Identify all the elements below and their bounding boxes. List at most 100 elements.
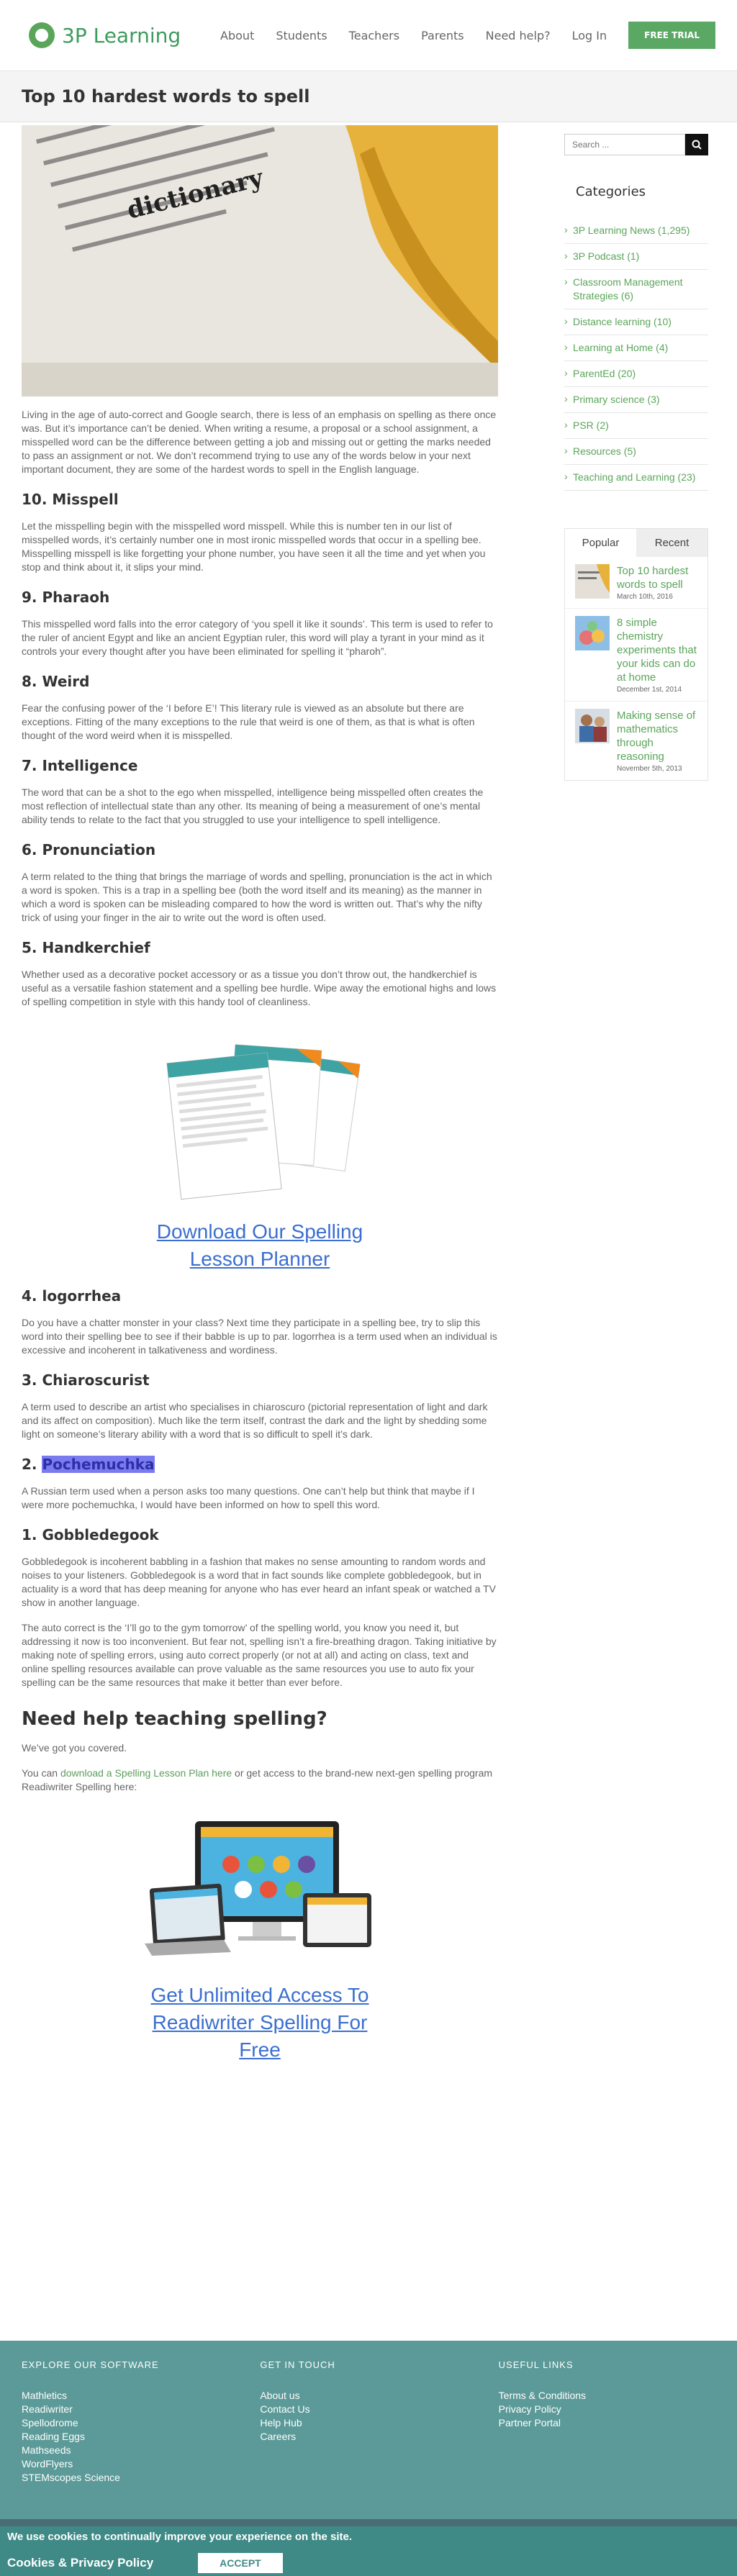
nav-login[interactable]: Log In: [572, 29, 607, 42]
cookie-policy-link[interactable]: Cookies & Privacy Policy: [7, 2556, 153, 2570]
post-date: March 10th, 2016: [617, 593, 673, 601]
category-item[interactable]: 3P Learning News (1,295): [564, 218, 708, 244]
readiwriter-devices-image: [145, 1821, 371, 1956]
nav-students[interactable]: Students: [276, 29, 327, 42]
tab-recent[interactable]: Recent: [636, 529, 707, 557]
nav-parents[interactable]: Parents: [421, 29, 464, 42]
paragraph-6: A term related to the thing that brings …: [22, 871, 492, 923]
footer-software-title: EXPLORE OUR SOFTWARE: [22, 2359, 159, 2370]
footer-bottom-bar: [0, 2519, 737, 2526]
post-title[interactable]: 8 simple chemistry experiments that your…: [617, 616, 699, 684]
footer-link[interactable]: Terms & Conditions: [499, 2389, 737, 2403]
cookie-text: We use cookies to continually improve yo…: [7, 2531, 353, 2543]
post-thumbnail: [575, 709, 610, 743]
heading-8: 8. Weird: [22, 673, 90, 690]
category-item[interactable]: ParentEd (20): [564, 361, 708, 387]
tab-popular[interactable]: Popular: [565, 529, 636, 557]
footer-link[interactable]: About us: [260, 2389, 498, 2403]
footer-link[interactable]: Reading Eggs: [22, 2430, 260, 2444]
article: dictionary Living in the age of auto-cor…: [22, 122, 498, 2064]
category-item[interactable]: Distance learning (10): [564, 309, 708, 335]
post-date: December 1st, 2014: [617, 686, 682, 694]
categories-title: Categories: [576, 184, 646, 199]
cookie-banner: We use cookies to continually improve yo…: [0, 2526, 737, 2576]
footer-link[interactable]: Spellodrome: [22, 2416, 260, 2430]
post-item[interactable]: Top 10 hardest words to spell March 10th,…: [565, 557, 707, 608]
categories-list: 3P Learning News (1,295) 3P Podcast (1) …: [564, 218, 708, 491]
free-trial-button[interactable]: FREE TRIAL: [628, 22, 715, 49]
site-header: 3P Learning About Students Teachers Pare…: [0, 0, 737, 71]
lesson-planner-image: [166, 1044, 361, 1200]
paragraph-9: This misspelled word falls into the erro…: [22, 618, 493, 657]
post-item[interactable]: 8 simple chemistry experiments that your…: [565, 608, 707, 701]
paragraph-10: Let the misspelling begin with the missp…: [22, 520, 486, 573]
intro-paragraph: Living in the age of auto-correct and Go…: [22, 409, 497, 475]
heading-2: 2. Pochemuchka: [22, 1456, 498, 1473]
logo[interactable]: 3P Learning: [29, 22, 181, 48]
accept-cookies-button[interactable]: ACCEPT: [198, 2553, 283, 2573]
paragraph-2: A Russian term used when a person asks t…: [22, 1485, 475, 1510]
footer-link[interactable]: Help Hub: [260, 2416, 498, 2430]
paragraph-3: A term used to describe an artist who sp…: [22, 1401, 488, 1440]
footer-link[interactable]: Readiwriter: [22, 2403, 260, 2416]
post-date: November 5th, 2013: [617, 765, 682, 773]
help-text-a: You can: [22, 1767, 60, 1779]
readiwriter-access-link[interactable]: Get Unlimited Access To Readiwriter Spel…: [130, 1982, 389, 2064]
footer-link[interactable]: Privacy Policy: [499, 2403, 737, 2416]
footer-link[interactable]: Mathletics: [22, 2389, 260, 2403]
logo-icon: [29, 22, 55, 48]
footer-contact-title: GET IN TOUCH: [260, 2359, 335, 2370]
outro-paragraph: The auto correct is the ‘I’ll go to the …: [22, 1622, 497, 1688]
heading-5: 5. Handkerchief: [22, 939, 150, 956]
paragraph-8: Fear the confusing power of the ‘I befor…: [22, 702, 475, 741]
post-title[interactable]: Making sense of mathematics through reas…: [617, 709, 699, 763]
footer-link[interactable]: Mathseeds: [22, 2444, 260, 2457]
paragraph-1: Gobbledegook is incoherent babbling in a…: [22, 1556, 496, 1608]
post-thumbnail: [575, 616, 610, 650]
category-item[interactable]: PSR (2): [564, 413, 708, 439]
heading-2-word: Pochemuchka: [42, 1456, 155, 1473]
nav-need-help[interactable]: Need help?: [486, 29, 551, 42]
category-item[interactable]: 3P Podcast (1): [564, 244, 708, 270]
heading-1: 1. Gobbledegook: [22, 1526, 159, 1543]
site-footer: EXPLORE OUR SOFTWARE Mathletics Readiwri…: [0, 2341, 737, 2519]
help-paragraph-2: You can download a Spelling Lesson Plan …: [22, 1767, 498, 1794]
posts-tabs: Popular Recent: [564, 528, 708, 557]
category-item[interactable]: Primary science (3): [564, 387, 708, 413]
page-title: Top 10 hardest words to spell: [22, 86, 310, 106]
search-input[interactable]: [564, 134, 685, 155]
post-title[interactable]: Top 10 hardest words to spell: [617, 564, 699, 591]
popular-posts: Top 10 hardest words to spell March 10th,…: [564, 557, 708, 781]
download-lesson-plan-link[interactable]: download a Spelling Lesson Plan here: [60, 1767, 232, 1779]
footer-link[interactable]: STEMscopes Science: [22, 2471, 260, 2485]
footer-link[interactable]: Contact Us: [260, 2403, 498, 2416]
logo-text: 3P Learning: [62, 23, 181, 47]
paragraph-4: Do you have a chatter monster in your cl…: [22, 1317, 497, 1356]
paragraph-5: Whether used as a decorative pocket acce…: [22, 969, 497, 1007]
footer-link[interactable]: Partner Portal: [499, 2416, 737, 2430]
heading-6: 6. Pronunciation: [22, 841, 156, 858]
category-item[interactable]: Resources (5): [564, 439, 708, 465]
download-lesson-planner-link[interactable]: Download Our Spelling Lesson Planner: [130, 1218, 389, 1273]
footer-links-title: USEFUL LINKS: [498, 2359, 574, 2370]
heading-9: 9. Pharaoh: [22, 589, 110, 606]
readiwriter-promo[interactable]: Get Unlimited Access To Readiwriter Spel…: [22, 1814, 498, 2064]
post-thumbnail: [575, 564, 610, 599]
post-item[interactable]: Making sense of mathematics through reas…: [565, 701, 707, 780]
help-heading: Need help teaching spelling?: [22, 1708, 327, 1730]
footer-links-column: USEFUL LINKS Terms & Conditions Privacy …: [499, 2359, 737, 2519]
category-item[interactable]: Learning at Home (4): [564, 335, 708, 361]
footer-software-column: EXPLORE OUR SOFTWARE Mathletics Readiwri…: [22, 2359, 260, 2519]
footer-link[interactable]: Careers: [260, 2430, 498, 2444]
lesson-planner-promo[interactable]: Download Our Spelling Lesson Planner: [22, 1029, 498, 1273]
nav-teachers[interactable]: Teachers: [349, 29, 399, 42]
category-item[interactable]: Teaching and Learning (23): [564, 465, 708, 491]
help-paragraph-1: We’ve got you covered.: [22, 1742, 127, 1754]
hero-image: dictionary: [22, 125, 498, 396]
footer-link[interactable]: WordFlyers: [22, 2457, 260, 2471]
search-icon: [692, 140, 702, 150]
search-form: [564, 134, 708, 155]
category-item[interactable]: Classroom Management Strategies (6): [564, 270, 708, 309]
nav-about[interactable]: About: [220, 29, 254, 42]
search-button[interactable]: [685, 134, 708, 155]
